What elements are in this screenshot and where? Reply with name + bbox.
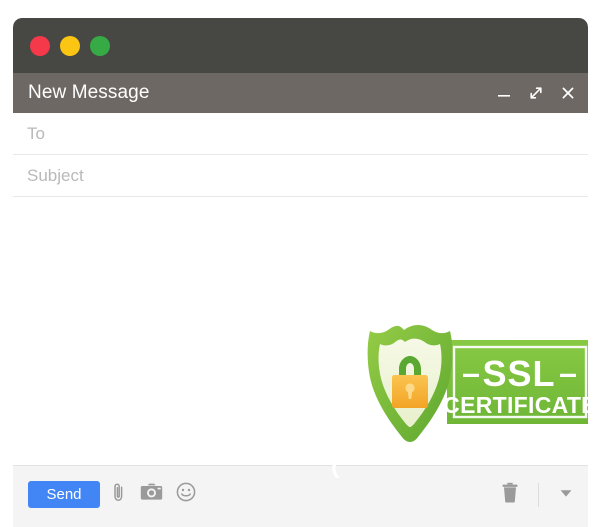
- window-controls: [496, 73, 576, 113]
- send-button[interactable]: Send: [28, 481, 100, 508]
- camera-icon[interactable]: [140, 483, 163, 507]
- bottom-toolbar: Send: [13, 465, 588, 527]
- page-title: New Message: [28, 82, 150, 103]
- toolbar-right-actions: [501, 481, 574, 508]
- window-chrome-bar: [13, 18, 588, 73]
- traffic-light-group: [30, 36, 110, 56]
- compose-tool-icons: [110, 481, 196, 508]
- compose-fields: [13, 113, 588, 197]
- close-traffic-light[interactable]: [30, 36, 50, 56]
- maximize-traffic-light[interactable]: [90, 36, 110, 56]
- expand-diagonal-icon[interactable]: [528, 85, 544, 101]
- toolbar-divider: [538, 482, 539, 507]
- minimize-traffic-light[interactable]: [60, 36, 80, 56]
- compose-window: New Message To Subject – SSL – CERTIFICA…: [13, 18, 588, 527]
- close-icon[interactable]: [560, 85, 576, 101]
- subject-field[interactable]: [13, 155, 588, 196]
- chevron-down-icon[interactable]: [558, 486, 574, 504]
- to-field-row[interactable]: [13, 113, 588, 155]
- title-bar: New Message: [13, 73, 588, 113]
- subject-field-row[interactable]: [13, 155, 588, 197]
- to-field[interactable]: [13, 113, 588, 154]
- attach-paperclip-icon[interactable]: [110, 482, 127, 507]
- minimize-icon[interactable]: [496, 85, 512, 101]
- message-body[interactable]: [13, 197, 588, 465]
- trash-icon[interactable]: [501, 482, 519, 508]
- emoji-smiley-icon[interactable]: [176, 482, 196, 507]
